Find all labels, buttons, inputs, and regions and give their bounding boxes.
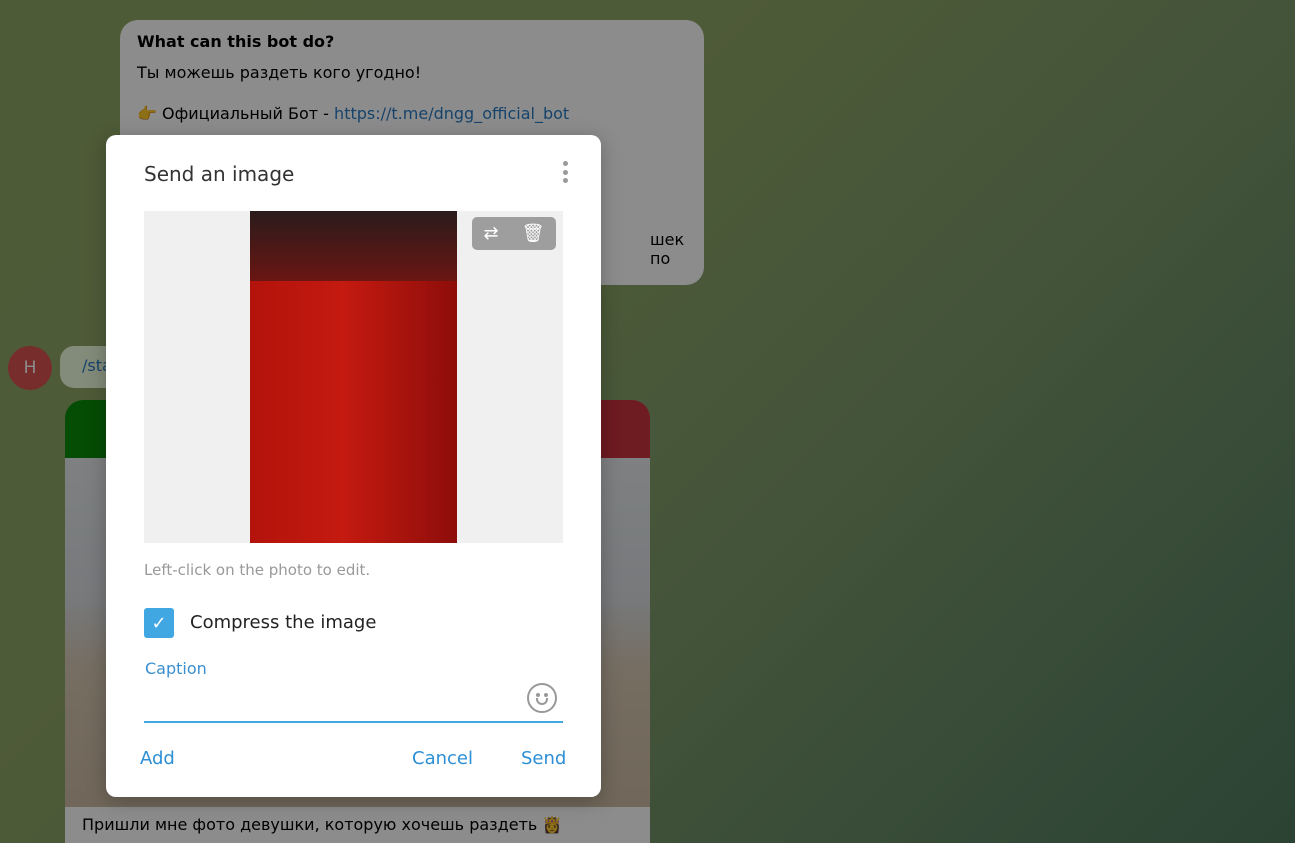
compress-label[interactable]: Compress the image <box>190 612 376 633</box>
edit-hint: Left-click on the photo to edit. <box>144 561 371 579</box>
caption-input[interactable] <box>144 680 563 723</box>
add-button[interactable]: Add <box>140 748 175 769</box>
send-button[interactable]: Send <box>521 748 566 769</box>
cancel-button[interactable]: Cancel <box>412 748 473 769</box>
image-preview: ⇄ 🗑 <box>144 211 563 543</box>
photo-thumbnail[interactable] <box>250 211 457 543</box>
dialog-title: Send an image <box>144 162 295 186</box>
trash-icon[interactable]: 🗑 <box>522 223 545 244</box>
replace-icon[interactable]: ⇄ <box>484 223 499 244</box>
image-tools: ⇄ 🗑 <box>472 217 556 250</box>
emoji-icon[interactable] <box>527 683 557 713</box>
caption-label: Caption <box>145 659 207 678</box>
more-vertical-icon[interactable] <box>558 159 572 185</box>
checkmark-icon: ✓ <box>151 612 167 634</box>
compress-checkbox[interactable]: ✓ <box>144 608 174 638</box>
send-image-dialog: Send an image ⇄ 🗑 Left-click on the phot… <box>106 135 601 797</box>
